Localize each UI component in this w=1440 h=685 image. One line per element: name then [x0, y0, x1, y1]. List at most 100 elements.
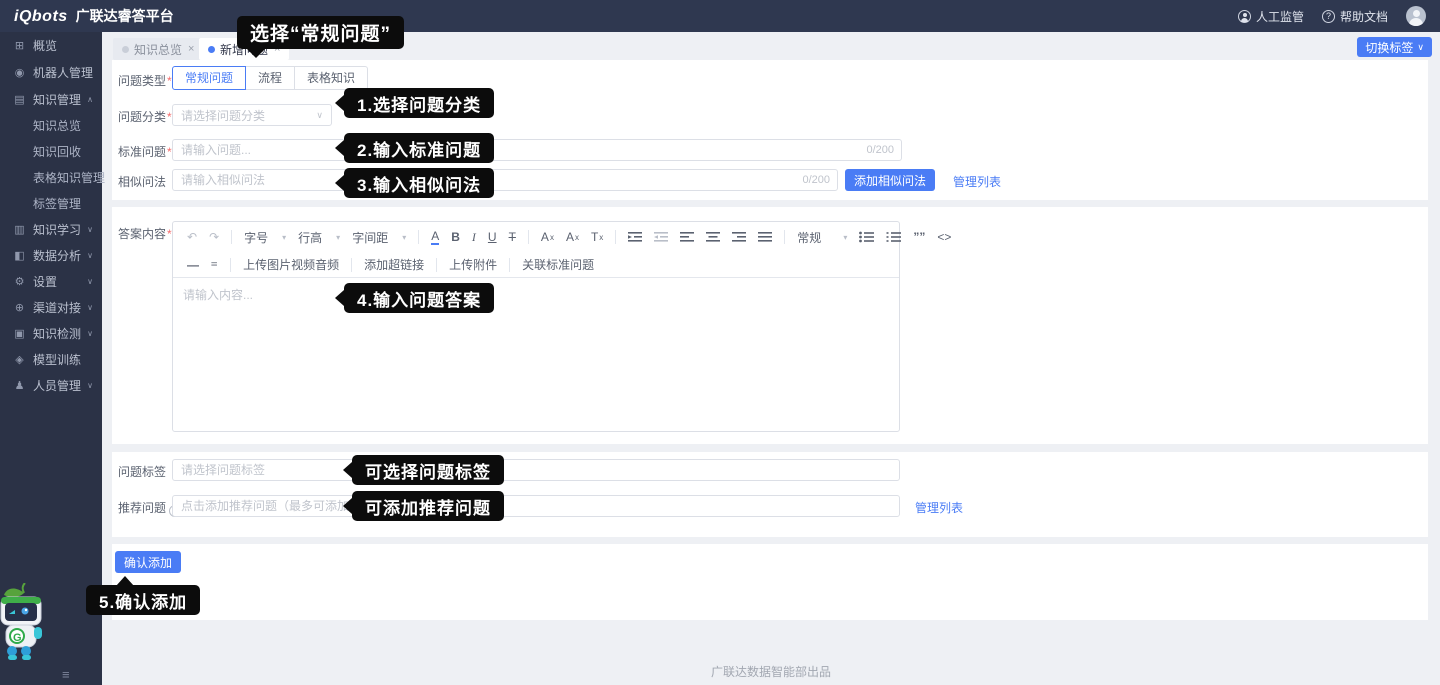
sidebar-item-channel-integration[interactable]: ⊕渠道对接∨	[0, 294, 102, 320]
sidebar-item-personnel-management[interactable]: ♟人员管理∨	[0, 372, 102, 398]
tab-dot-icon	[208, 46, 215, 53]
toolbar-divider	[231, 230, 232, 244]
header-right: 人工监管 ? 帮助文档	[1238, 6, 1426, 26]
toolbar-divider	[351, 258, 352, 272]
bullet-list-icon[interactable]	[853, 231, 880, 243]
horizontal-rule-button[interactable]: —	[181, 258, 204, 272]
type-option-table[interactable]: 表格知识	[294, 66, 368, 90]
paragraph-format-dropdown[interactable]: 常规▾	[791, 229, 853, 246]
editor-toolbar-row2: — ≡ 上传图片视频音频 添加超链接 上传附件 关联标准问题	[173, 252, 899, 278]
line-height-dropdown[interactable]: 行高▾	[292, 229, 346, 246]
caret-down-icon: ▾	[336, 233, 340, 242]
sidebar-item-data-analysis[interactable]: ◧数据分析∨	[0, 242, 102, 268]
add-similar-question-button[interactable]: 添加相似问法	[845, 169, 935, 191]
callout-select-regular-question: 选择“常规问题”	[237, 16, 404, 49]
redo-icon[interactable]: ↷	[203, 230, 225, 244]
sidebar-item-knowledge-detection[interactable]: ▣知识检测∨	[0, 320, 102, 346]
learn-icon: ▥	[13, 223, 26, 236]
align-center-icon[interactable]	[700, 231, 726, 243]
close-icon[interactable]: ×	[188, 43, 194, 55]
font-size-dropdown[interactable]: 字号▾	[238, 229, 292, 246]
align-right-icon[interactable]	[726, 231, 752, 243]
sidebar-item-table-knowledge[interactable]: 表格知识管理	[0, 164, 102, 190]
superscript-button[interactable]: Ax	[535, 230, 560, 244]
sidebar-item-knowledge-recycle[interactable]: 知识回收	[0, 138, 102, 164]
standard-question-input[interactable]	[173, 140, 901, 160]
chevron-down-icon: ∨	[87, 251, 93, 260]
toolbar-divider	[615, 230, 616, 244]
recommend-question-field	[172, 495, 900, 517]
chevron-down-icon: ∨	[87, 381, 93, 390]
caret-down-icon: ▾	[282, 233, 286, 242]
link-standard-question-button[interactable]: 关联标准问题	[516, 256, 600, 273]
similar-question-input[interactable]	[173, 170, 837, 190]
italic-button[interactable]: I	[466, 230, 482, 245]
bold-button[interactable]: B	[445, 230, 466, 244]
indent-icon[interactable]	[622, 231, 648, 243]
editor-content-area[interactable]: 请输入内容...	[173, 278, 899, 431]
sidebar-item-knowledge-overview[interactable]: 知识总览	[0, 112, 102, 138]
align-left-icon[interactable]	[674, 231, 700, 243]
callout-recommend-tip: 可添加推荐问题	[352, 491, 504, 521]
help-docs-label: 帮助文档	[1340, 8, 1388, 25]
underline-button[interactable]: U	[482, 230, 503, 244]
answer-card: 答案内容* ↶ ↷ 字号▾ 行高▾ 字间距▾ A B I U T Ax Ax T…	[112, 207, 1428, 444]
robot-mascot-image: G	[0, 583, 52, 665]
recommend-question-input[interactable]	[173, 496, 899, 516]
category-select[interactable]: 请选择问题分类 ∨	[172, 104, 332, 126]
sidebar-item-model-training[interactable]: ◈模型训练	[0, 346, 102, 372]
chevron-down-icon: ∨	[87, 303, 93, 312]
upload-attachment-button[interactable]: 上传附件	[443, 256, 503, 273]
sidebar-collapse-icon[interactable]: ≡	[62, 667, 70, 682]
sidebar-item-knowledge-learning[interactable]: ▥知识学习∨	[0, 216, 102, 242]
gear-icon: ⚙	[13, 275, 26, 288]
sidebar-item-settings[interactable]: ⚙设置∨	[0, 268, 102, 294]
ordered-list-icon[interactable]	[880, 231, 907, 243]
manage-list-link[interactable]: 管理列表	[915, 499, 963, 516]
caret-down-icon: ▾	[402, 233, 406, 242]
undo-icon[interactable]: ↶	[181, 230, 203, 244]
people-icon: ♟	[13, 379, 26, 392]
blockquote-button[interactable]: ””	[907, 230, 931, 244]
sidebar-item-tag-management[interactable]: 标签管理	[0, 190, 102, 216]
similar-question-label: 相似问法	[118, 173, 166, 190]
strikethrough-button[interactable]: T	[503, 230, 522, 244]
char-counter: 0/200	[802, 174, 830, 186]
question-tag-input[interactable]	[173, 460, 899, 480]
code-block-button[interactable]: <>	[931, 230, 957, 244]
callout-step5-confirm: 5.确认添加	[86, 585, 200, 615]
subscript-button[interactable]: Ax	[560, 230, 585, 244]
top-header: iQbots 广联达睿答平台 人工监管 ? 帮助文档	[0, 0, 1440, 32]
type-option-regular[interactable]: 常规问题	[172, 66, 246, 90]
manual-review-label: 人工监管	[1256, 8, 1304, 25]
text-style-button[interactable]: ≡	[204, 257, 224, 272]
font-color-button[interactable]: A	[425, 230, 445, 245]
tab-label: 知识总览	[134, 41, 182, 58]
upload-media-button[interactable]: 上传图片视频音频	[237, 256, 345, 273]
add-hyperlink-button[interactable]: 添加超链接	[358, 256, 430, 273]
clear-format-button[interactable]: Tx	[585, 230, 609, 244]
basic-info-card: 问题类型* 常规问题 流程 表格知识 问题分类* 请选择问题分类 ∨ 标准问题*…	[112, 60, 1428, 200]
outdent-icon[interactable]	[648, 231, 674, 243]
switch-tag-button[interactable]: 切换标签 ∨	[1357, 37, 1432, 57]
sidebar-item-knowledge-management[interactable]: ▤知识管理∧	[0, 86, 102, 112]
sidebar-item-robot-management[interactable]: ◉机器人管理	[0, 59, 102, 85]
help-docs-link[interactable]: ? 帮助文档	[1322, 8, 1388, 25]
rich-text-editor: ↶ ↷ 字号▾ 行高▾ 字间距▾ A B I U T Ax Ax Tx	[172, 221, 900, 432]
callout-step4-answer: 4.输入问题答案	[344, 283, 494, 313]
toolbar-divider	[436, 258, 437, 272]
tab-knowledge-overview[interactable]: 知识总览 ×	[113, 38, 203, 60]
manual-review-link[interactable]: 人工监管	[1238, 8, 1304, 25]
manage-list-link[interactable]: 管理列表	[953, 173, 1001, 190]
align-justify-icon[interactable]	[752, 231, 778, 243]
book-icon: ▤	[13, 93, 26, 106]
chevron-down-icon: ∨	[1417, 42, 1424, 53]
type-option-flow[interactable]: 流程	[245, 66, 295, 90]
avatar[interactable]	[1406, 6, 1426, 26]
similar-question-field: 0/200	[172, 169, 838, 191]
app-root: iQbots 广联达睿答平台 人工监管 ? 帮助文档 ⊞概览 ◉机器人管理 ▤知…	[0, 0, 1440, 685]
letter-spacing-dropdown[interactable]: 字间距▾	[346, 229, 412, 246]
sidebar-item-overview[interactable]: ⊞概览	[0, 32, 102, 58]
callout-step2-standard-question: 2.输入标准问题	[344, 133, 494, 163]
confirm-add-button[interactable]: 确认添加	[115, 551, 181, 573]
